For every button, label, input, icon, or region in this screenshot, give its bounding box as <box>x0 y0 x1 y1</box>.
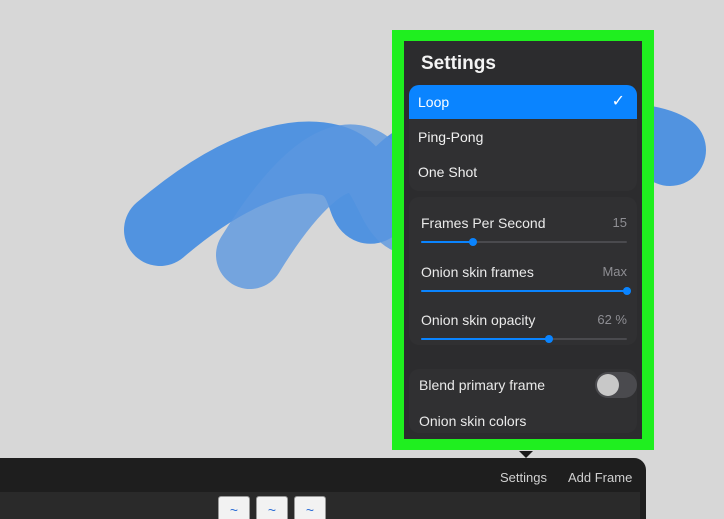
onion-frames-label: Onion skin frames <box>421 264 534 280</box>
onion-frames-slider[interactable] <box>421 287 631 295</box>
fps-slider[interactable] <box>421 238 627 246</box>
settings-popover: Settings Loop ✓ Ping-Pong One Shot Frame… <box>404 41 642 439</box>
mode-option-one-shot[interactable]: One Shot <box>409 155 637 189</box>
mode-label: Ping-Pong <box>418 129 484 145</box>
onion-skin-colors-label: Onion skin colors <box>419 413 527 429</box>
slider-group: Frames Per Second 15 Onion skin frames M… <box>409 197 637 345</box>
fps-slider-knob[interactable] <box>468 238 477 246</box>
frame-thumbnail[interactable]: ~ <box>218 496 250 519</box>
popover-pointer <box>519 451 533 458</box>
onion-opacity-label: Onion skin opacity <box>421 312 536 328</box>
fps-label: Frames Per Second <box>421 215 546 231</box>
blend-primary-frame-row: Blend primary frame <box>419 377 545 393</box>
mode-label: One Shot <box>418 164 478 180</box>
blend-primary-frame-label: Blend primary frame <box>419 377 546 393</box>
playback-mode-group: Loop ✓ Ping-Pong One Shot <box>409 85 637 191</box>
onion-opacity-slider-knob[interactable] <box>544 335 553 343</box>
onion-frames-value: Max <box>602 264 627 279</box>
timeline-settings-button[interactable]: Settings <box>500 470 547 485</box>
animation-timeline: Settings Add Frame ~ ~ ~ <box>0 458 646 519</box>
toggle-knob <box>597 374 619 396</box>
fps-value: 15 <box>612 215 627 230</box>
onion-skin-colors-row[interactable]: Onion skin colors <box>419 413 526 429</box>
frame-thumbnail[interactable]: ~ <box>294 496 326 519</box>
onion-frames-slider-fill <box>421 290 627 292</box>
onion-opacity-slider[interactable] <box>421 335 627 343</box>
onion-opacity-slider-fill <box>421 338 549 340</box>
fps-setting: Frames Per Second 15 <box>421 207 627 247</box>
add-frame-button[interactable]: Add Frame <box>568 470 632 485</box>
mode-option-loop[interactable]: Loop ✓ <box>409 85 637 119</box>
onion-opacity-value: 62 % <box>597 312 627 327</box>
checkmark-icon: ✓ <box>611 93 625 110</box>
settings-title: Settings <box>421 53 496 74</box>
mode-label: Loop <box>418 94 450 110</box>
onion-frames-slider-knob[interactable] <box>623 287 631 295</box>
blend-primary-frame-toggle[interactable] <box>595 372 637 398</box>
onion-options-group: Blend primary frame Onion skin colors <box>409 369 637 433</box>
frame-thumbnail[interactable]: ~ <box>256 496 288 519</box>
fps-slider-fill <box>421 241 473 243</box>
onion-opacity-setting: Onion skin opacity 62 % <box>421 304 627 344</box>
onion-frames-setting: Onion skin frames Max <box>421 256 631 296</box>
mode-option-ping-pong[interactable]: Ping-Pong <box>409 120 637 154</box>
